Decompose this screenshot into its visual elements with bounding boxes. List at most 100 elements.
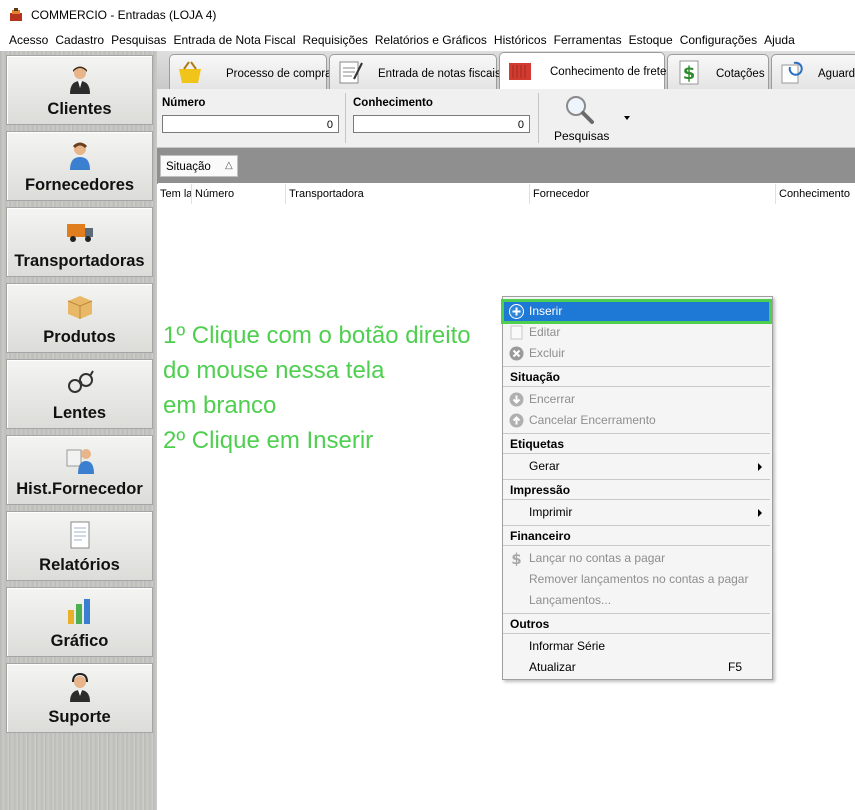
search-icon[interactable] xyxy=(561,93,597,125)
person-icon xyxy=(70,142,90,170)
pesquisas-button[interactable]: Pesquisas xyxy=(554,129,609,143)
sidebar-item-hist-fornecedor[interactable]: Hist.Fornecedor xyxy=(6,435,153,505)
app-icon xyxy=(10,8,22,21)
menu-item-imprimir[interactable]: Imprimir xyxy=(503,502,770,523)
menu-section-label: Outros xyxy=(510,617,550,631)
menu-item-informar-serie[interactable]: Informar Série xyxy=(503,636,770,657)
column-header-transportadora[interactable]: Transportadora xyxy=(285,184,529,204)
tab-entrada-de-notas-fiscais[interactable]: Entrada de notas fiscais xyxy=(329,54,501,89)
menu-section-label: Impressão xyxy=(510,483,571,497)
column-header-fornecedor[interactable]: Fornecedor xyxy=(529,184,775,204)
card-person-icon xyxy=(66,449,94,474)
menu-item-encerrar[interactable]: Encerrar xyxy=(503,389,770,410)
column-header-conhecimento[interactable]: Conhecimento xyxy=(775,184,855,204)
sidebar-item-produtos[interactable]: Produtos xyxy=(6,283,153,353)
numero-input[interactable]: 0 xyxy=(162,115,339,133)
menu-configuracoes[interactable]: Configurações xyxy=(671,30,757,50)
menu-item-inserir[interactable]: Inserir xyxy=(501,299,772,324)
window-title: COMMERCIO - Entradas (LOJA 4) xyxy=(31,8,217,22)
menu-acesso[interactable]: Acesso xyxy=(0,30,48,50)
tab-conhecimento-de-frete[interactable]: Conhecimento de frete xyxy=(499,52,667,90)
menu-item-editar[interactable]: Editar xyxy=(503,322,770,343)
arrow-up-circle-icon xyxy=(509,413,524,428)
sidebar-item-clientes[interactable]: Clientes xyxy=(6,55,153,125)
container-icon xyxy=(509,63,531,80)
column-header-tem-la[interactable]: Tem la xyxy=(157,184,191,204)
conhecimento-input[interactable]: 0 xyxy=(353,115,530,133)
sidebar-item-label: Relatórios xyxy=(39,556,120,574)
basket-icon xyxy=(179,61,201,83)
tab-label: Processo de compra xyxy=(226,68,332,80)
tab-label: Conhecimento de frete xyxy=(550,66,667,78)
menu-historicos[interactable]: Históricos xyxy=(485,30,547,50)
menu-section-label: Financeiro xyxy=(510,529,571,543)
submenu-arrow-icon xyxy=(758,463,762,471)
title-bar: COMMERCIO - Entradas (LOJA 4) xyxy=(0,0,855,30)
sidebar-item-label: Transportadoras xyxy=(14,252,145,270)
menu-bar: Acesso Cadastro Pesquisas Entrada de Not… xyxy=(0,30,855,50)
sidebar-item-fornecedores[interactable]: Fornecedores xyxy=(6,131,153,201)
tab-aguarda[interactable]: Aguarda xyxy=(771,54,855,89)
submenu-arrow-icon xyxy=(758,509,762,517)
instruction-annotation: 1º Clique com o botão direito do mouse n… xyxy=(163,318,503,458)
context-menu: Inserir Editar Excluir Situação Encerrar… xyxy=(501,296,773,680)
separator xyxy=(538,93,539,143)
grid-header: Tem la Número Transportadora Fornecedor … xyxy=(157,184,855,204)
document-icon xyxy=(70,521,90,549)
instruction-line: em branco xyxy=(163,392,277,419)
menu-requisicoes[interactable]: Requisições xyxy=(294,30,368,50)
menu-item-atualizar[interactable]: Atualizar F5 xyxy=(503,657,770,678)
sidebar-item-transportadoras[interactable]: Transportadoras xyxy=(6,207,153,277)
menu-entrada-nota-fiscal[interactable]: Entrada de Nota Fiscal xyxy=(164,30,295,50)
menu-item-lancar-contas-a-pagar[interactable]: $ Lançar no contas a pagar xyxy=(503,548,770,569)
menu-pesquisas[interactable]: Pesquisas xyxy=(102,30,166,50)
instruction-line: 2º Clique em Inserir xyxy=(163,427,374,454)
menu-item-label: Lançamentos... xyxy=(529,593,612,607)
headset-icon xyxy=(70,672,90,702)
refresh-doc-icon xyxy=(781,61,803,84)
tab-label: Cotações xyxy=(716,68,765,80)
sidebar-item-relatorios[interactable]: Relatórios xyxy=(6,511,153,581)
sidebar-item-label: Clientes xyxy=(47,100,112,118)
sidebar-item-lentes[interactable]: Lentes xyxy=(6,359,153,429)
sidebar-item-grafico[interactable]: Gráfico xyxy=(6,587,153,657)
sidebar-item-label: Fornecedores xyxy=(24,176,135,194)
column-header-numero[interactable]: Número xyxy=(191,184,285,204)
edit-icon xyxy=(510,325,523,340)
menu-item-label: Encerrar xyxy=(529,392,576,406)
menu-ferramentas[interactable]: Ferramentas xyxy=(545,30,622,50)
menu-item-remover-lancamentos[interactable]: Remover lançamentos no contas a pagar xyxy=(503,569,770,590)
menu-section-impressao: Impressão xyxy=(503,479,770,500)
menu-section-outros: Outros xyxy=(503,613,770,634)
group-chip-situacao[interactable]: Situação △ xyxy=(160,155,238,177)
tab-processo-de-compra[interactable]: Processo de compra xyxy=(169,54,331,89)
menu-item-label: Lançar no contas a pagar xyxy=(529,551,666,565)
notepad-icon xyxy=(339,61,363,84)
menu-item-lancamentos[interactable]: Lançamentos... xyxy=(503,590,770,611)
dollar-icon: $ xyxy=(511,551,521,566)
menu-item-gerar[interactable]: Gerar xyxy=(503,456,770,477)
box-icon xyxy=(67,296,93,319)
glasses-icon xyxy=(68,370,94,393)
filter-bar: Número 0 Conhecimento 0 Pesquisas xyxy=(157,89,855,148)
menu-estoque[interactable]: Estoque xyxy=(620,30,673,50)
tab-cotacoes[interactable]: $ Cotações xyxy=(667,54,769,89)
add-icon xyxy=(509,304,524,319)
instruction-line: 1º Clique com o botão direito xyxy=(163,322,471,349)
menu-relatorios-graficos[interactable]: Relatórios e Gráficos xyxy=(366,30,487,50)
menu-cadastro[interactable]: Cadastro xyxy=(46,30,104,50)
group-chip-label: Situação xyxy=(166,161,211,173)
numero-label: Número xyxy=(162,97,206,109)
sidebar-item-label: Produtos xyxy=(43,328,116,346)
menu-section-label: Situação xyxy=(510,370,561,384)
sidebar-item-suporte[interactable]: Suporte xyxy=(6,663,153,733)
menu-item-excluir[interactable]: Excluir xyxy=(503,343,770,364)
menu-item-label: Informar Série xyxy=(529,639,606,653)
menu-section-financeiro: Financeiro xyxy=(503,525,770,546)
menu-ajuda[interactable]: Ajuda xyxy=(755,30,795,50)
menu-item-label: Inserir xyxy=(529,304,563,318)
conhecimento-label: Conhecimento xyxy=(353,97,433,109)
chevron-down-icon[interactable] xyxy=(624,116,630,120)
menu-section-situacao: Situação xyxy=(503,366,770,387)
menu-item-cancelar-encerramento[interactable]: Cancelar Encerramento xyxy=(503,410,770,431)
